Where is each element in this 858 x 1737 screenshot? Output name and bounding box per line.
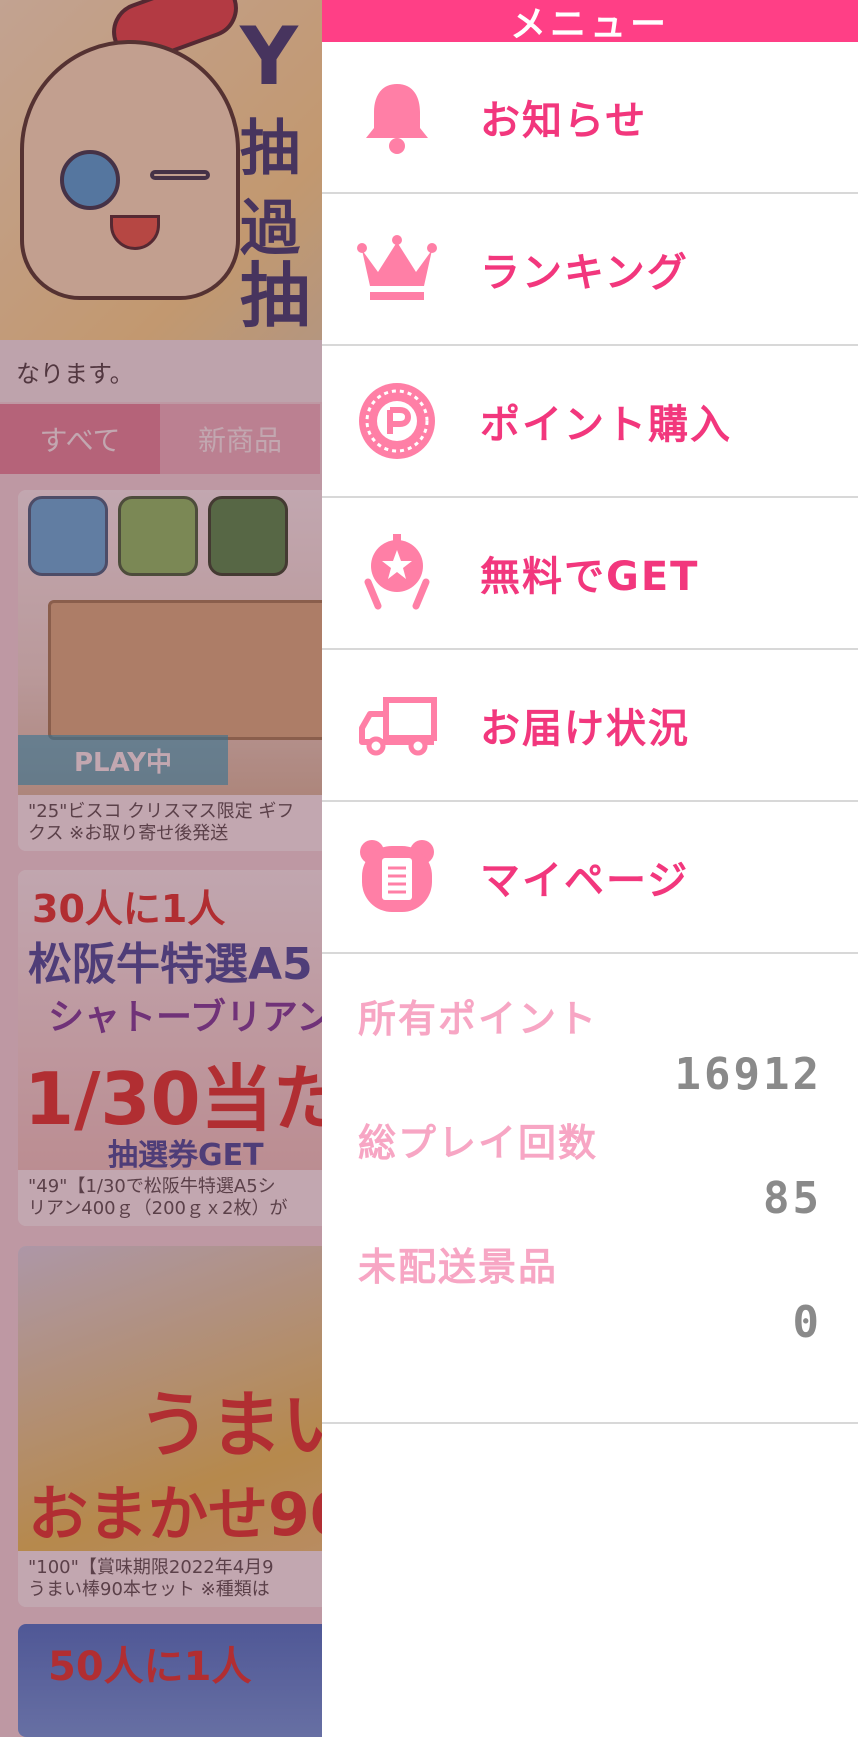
menu-item-label: マイページ	[480, 858, 690, 904]
bell-icon	[356, 76, 438, 158]
menu-item-news[interactable]: お知らせ	[322, 42, 858, 194]
menu-item-label: 無料でGET	[480, 554, 700, 600]
crown-icon	[356, 228, 438, 310]
menu-item-buy-points[interactable]: ポイント購入	[322, 346, 858, 498]
menu-item-mypage[interactable]: マイページ	[322, 802, 858, 954]
plays-value: 85	[763, 1173, 822, 1224]
menu-item-label: お届け状況	[480, 706, 690, 752]
menu-item-delivery-status[interactable]: お届け状況	[322, 650, 858, 802]
user-stats: 所有ポイント 16912 総プレイ回数 85 未配送景品 0	[322, 954, 858, 1424]
menu-item-label: ポイント購入	[480, 402, 732, 448]
points-label: 所有ポイント	[358, 997, 599, 1041]
menu-title: メニュー	[322, 0, 858, 45]
drawer-backdrop[interactable]	[0, 0, 322, 1737]
points-value: 16912	[674, 1049, 822, 1100]
point-coin-icon	[356, 380, 438, 462]
plays-label: 総プレイ回数	[358, 1121, 599, 1165]
menu-item-free-get[interactable]: 無料でGET	[322, 498, 858, 650]
delivery-truck-icon	[356, 684, 438, 766]
side-menu: メニュー お知らせ ランキング ポイント購入 無料でGET お届け状況 マイペー…	[322, 0, 858, 1737]
crane-claw-icon	[356, 532, 438, 614]
undelivered-label: 未配送景品	[358, 1245, 559, 1289]
menu-item-ranking[interactable]: ランキング	[322, 194, 858, 346]
menu-item-label: お知らせ	[480, 98, 648, 144]
menu-item-label: ランキング	[480, 250, 689, 296]
undelivered-value: 0	[792, 1297, 822, 1348]
mypage-notepad-icon	[356, 836, 438, 918]
